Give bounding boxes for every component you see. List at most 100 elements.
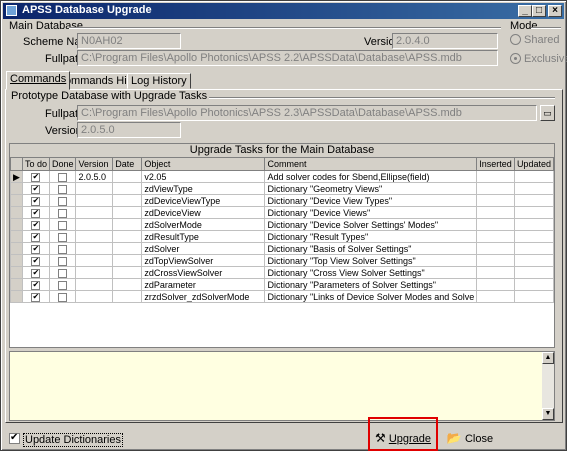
todo-cell[interactable] [21,218,50,231]
comment-cell[interactable]: Dictionary "Parameters of Solver Setting… [264,278,478,291]
inserted-cell[interactable] [476,266,515,279]
updated-cell[interactable] [513,218,554,231]
date-cell[interactable] [112,218,143,231]
version-cell[interactable] [75,290,114,303]
inserted-cell[interactable] [476,242,515,255]
shared-radio-label[interactable]: Shared [524,34,559,46]
done-checkbox[interactable] [58,292,68,302]
done-cell[interactable] [48,290,77,303]
inserted-cell[interactable] [476,278,515,291]
todo-checkbox[interactable] [31,280,41,290]
upgrade-button[interactable]: ⚒ Upgrade [373,427,433,449]
exclusive-radio[interactable] [510,53,521,64]
table-row[interactable]: zrzdSolver_zdSolverModeDictionary "Links… [10,290,554,303]
table-row[interactable]: ▶ 2.0.5.0 v2.05Add solver codes for Sbend,… [10,170,554,183]
inserted-cell[interactable] [476,230,515,243]
done-cell[interactable] [48,182,77,195]
done-cell[interactable] [48,206,77,219]
proto-fullpath-field[interactable]: C:\Program Files\Apollo Photonics\APSS 2… [77,105,537,121]
comment-cell[interactable]: Dictionary "Device Views" [264,206,478,219]
table-row[interactable]: zdDeviceViewDictionary "Device Views" [10,206,554,219]
done-checkbox[interactable] [58,280,68,290]
done-cell[interactable] [48,266,77,279]
version-cell[interactable] [75,254,114,267]
inserted-cell[interactable] [476,218,515,231]
table-row[interactable]: zdDeviceViewTypeDictionary "Device View … [10,194,554,207]
comment-cell[interactable]: Dictionary "Device Solver Settings' Mode… [264,218,478,231]
scroll-down-button[interactable]: ▼ [542,408,554,420]
col-date[interactable]: Date [112,157,143,171]
done-cell[interactable] [48,194,77,207]
scheme-name-field[interactable]: N0AH02 [77,33,181,49]
comment-cell[interactable]: Dictionary "Device View Types" [264,194,478,207]
done-cell[interactable] [48,170,77,183]
object-cell[interactable]: zdSolverMode [141,218,266,231]
update-dictionaries-label[interactable]: Update Dictionaries [23,433,123,447]
todo-cell[interactable] [21,242,50,255]
todo-cell[interactable] [21,266,50,279]
date-cell[interactable] [112,170,143,183]
comment-cell[interactable]: Dictionary "Links of Device Solver Modes… [264,290,478,303]
col-object[interactable]: Object [141,157,266,171]
main-version-field[interactable]: 2.0.4.0 [392,33,498,49]
tab-commands[interactable]: Commands [6,71,71,90]
date-cell[interactable] [112,194,143,207]
memo-scrollbar[interactable]: ▲ ▼ [542,352,554,420]
todo-checkbox[interactable] [31,256,41,266]
done-checkbox[interactable] [58,220,68,230]
done-checkbox[interactable] [58,268,68,278]
col-version[interactable]: Version [75,157,114,171]
object-cell[interactable]: zdParameter [141,278,266,291]
updated-cell[interactable] [513,278,554,291]
done-cell[interactable] [48,218,77,231]
col-comment[interactable]: Comment [264,157,478,171]
minimize-button[interactable]: _ [518,5,532,17]
version-cell[interactable] [75,266,114,279]
todo-checkbox[interactable] [31,208,41,218]
done-cell[interactable] [48,254,77,267]
done-checkbox[interactable] [58,184,68,194]
version-cell[interactable] [75,206,114,219]
version-cell[interactable] [75,182,114,195]
version-cell[interactable] [75,278,114,291]
table-row[interactable]: zdViewTypeDictionary "Geometry Views" [10,182,554,195]
comment-cell[interactable]: Dictionary "Result Types" [264,230,478,243]
version-cell[interactable]: 2.0.5.0 [75,170,114,183]
close-window-button[interactable]: × [548,5,562,17]
date-cell[interactable] [112,254,143,267]
version-cell[interactable] [75,218,114,231]
table-row[interactable]: zdResultTypeDictionary "Result Types" [10,230,554,243]
object-cell[interactable]: zrzdSolver_zdSolverMode [141,290,266,303]
todo-cell[interactable] [21,290,50,303]
maximize-button[interactable]: □ [532,5,546,17]
proto-version-field[interactable]: 2.0.5.0 [77,122,181,138]
date-cell[interactable] [112,278,143,291]
inserted-cell[interactable] [476,194,515,207]
done-cell[interactable] [48,230,77,243]
comment-cell[interactable]: Dictionary "Top View Solver Settings" [264,254,478,267]
inserted-cell[interactable] [476,254,515,267]
updated-cell[interactable] [513,290,554,303]
browse-button[interactable]: ▭ [540,105,555,121]
updated-cell[interactable] [513,206,554,219]
version-cell[interactable] [75,230,114,243]
done-checkbox[interactable] [58,172,68,182]
object-cell[interactable]: zdDeviceView [141,206,266,219]
done-checkbox[interactable] [58,196,68,206]
table-row[interactable]: zdTopViewSolverDictionary "Top View Solv… [10,254,554,267]
done-checkbox[interactable] [58,244,68,254]
done-checkbox[interactable] [58,232,68,242]
upgrade-tasks-grid[interactable]: Upgrade Tasks for the Main Database To d… [9,143,555,348]
comment-cell[interactable]: Dictionary "Geometry Views" [264,182,478,195]
updated-cell[interactable] [513,194,554,207]
main-fullpath-field[interactable]: C:\Program Files\Apollo Photonics\APSS 2… [77,50,498,66]
inserted-cell[interactable] [476,290,515,303]
comment-cell[interactable]: Dictionary "Cross View Solver Settings" [264,266,478,279]
table-row[interactable]: zdSolverDictionary "Basis of Solver Sett… [10,242,554,255]
date-cell[interactable] [112,242,143,255]
date-cell[interactable] [112,230,143,243]
todo-checkbox[interactable] [31,196,41,206]
inserted-cell[interactable] [476,170,515,183]
object-cell[interactable]: zdTopViewSolver [141,254,266,267]
update-dictionaries-checkbox[interactable] [9,432,20,444]
